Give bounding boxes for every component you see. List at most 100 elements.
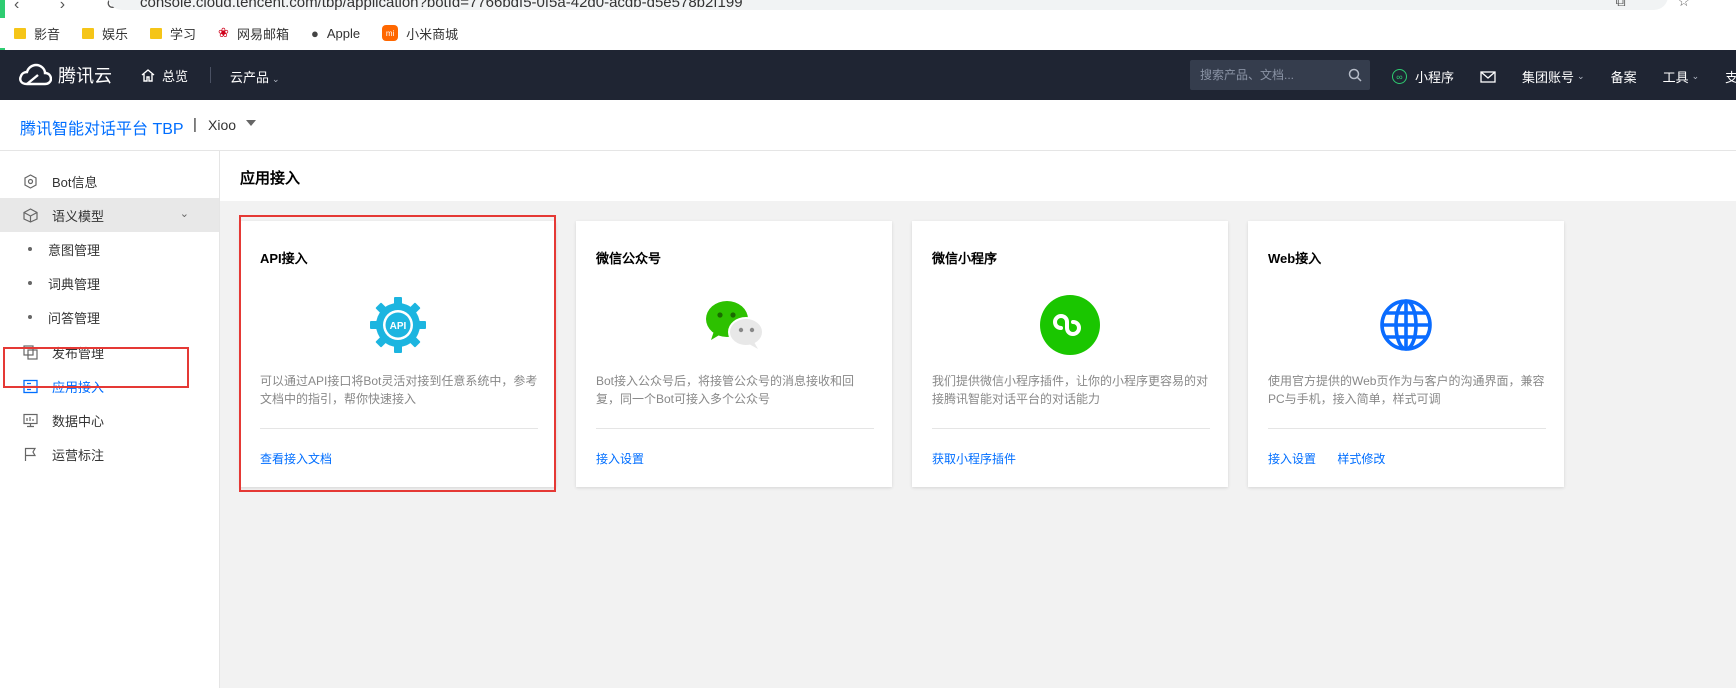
sidebar-item-publish[interactable]: 发布管理 xyxy=(0,335,219,369)
logo-text: 腾讯云 xyxy=(58,66,112,86)
bookmark-label: 小米商城 xyxy=(406,26,459,42)
bookmark-mi-store[interactable]: mi 小米商城 xyxy=(382,24,458,43)
bookmark-apple[interactable]: ● Apple xyxy=(311,26,360,41)
nav-account-label: 集团账号 xyxy=(1522,70,1575,85)
monitor-icon xyxy=(22,412,38,428)
sidebar-item-label: 语义模型 xyxy=(52,208,105,224)
flag-icon xyxy=(22,446,38,462)
card-wechat-miniprogram: 微信小程序 我们提供微信小程序插件，让你的小程序更容易的对接腾讯智能对话平台的对… xyxy=(912,221,1228,487)
bot-info-icon xyxy=(22,173,38,189)
search-icon[interactable] xyxy=(1348,68,1362,82)
nav-cloud-products[interactable]: 云产品 ⌄ xyxy=(230,67,280,86)
card-web-access: Web接入 使用官方提供的Web页作为与客户的沟通界面，兼容PC与手机，接入简单… xyxy=(1248,221,1564,487)
nav-support-label: 支 xyxy=(1725,70,1736,85)
bookmark-xuexi[interactable]: 学习 xyxy=(150,24,196,43)
bookmark-label: 网易邮箱 xyxy=(236,26,289,42)
sidebar-item-label: 数据中心 xyxy=(52,413,105,429)
nav-tools[interactable]: 工具 ⌄ xyxy=(1663,67,1700,86)
card-description: 可以通过API接口将Bot灵活对接到任意系统中，参考文档中的指引，帮你快速接入 xyxy=(260,374,538,406)
card-divider xyxy=(1268,428,1546,429)
card-links: 查看接入文档 xyxy=(260,450,350,467)
card-title: 微信小程序 xyxy=(932,251,998,266)
wechat-icon xyxy=(702,293,766,357)
global-search[interactable] xyxy=(1190,60,1370,90)
sidebar-item-bot-info[interactable]: Bot信息 xyxy=(0,164,219,198)
publish-icon xyxy=(22,344,38,360)
search-input[interactable] xyxy=(1190,60,1350,90)
bullet-dot xyxy=(28,247,32,251)
card-title: API接入 xyxy=(260,251,308,266)
apple-icon: ● xyxy=(310,25,319,41)
style-edit-link[interactable]: 样式修改 xyxy=(1337,452,1385,466)
nav-products-label: 云产品 xyxy=(230,70,270,85)
sidebar-subitem-dictionary[interactable]: 词典管理 xyxy=(0,266,219,300)
sidebar-item-label: 问答管理 xyxy=(48,310,101,326)
address-bar-url[interactable]: console.cloud.tencent.com/tbp/applicatio… xyxy=(140,0,743,11)
nav-overview[interactable]: 总览 xyxy=(140,66,188,85)
caret-down-icon[interactable] xyxy=(246,120,256,126)
card-links: 获取小程序插件 xyxy=(932,450,1034,467)
nav-messages[interactable] xyxy=(1480,70,1496,83)
browser-action-icons[interactable]: ⧉ ☆ xyxy=(1616,0,1714,10)
view-docs-link[interactable]: 查看接入文档 xyxy=(260,452,332,466)
card-wechat-official-account: 微信公众号 Bot接入公众号后，将接管公众号的消息接收和回复，同一个Bot可接入… xyxy=(576,221,892,487)
nav-miniprogram-label: 小程序 xyxy=(1415,70,1455,85)
sidebar-item-ops-annotation[interactable]: 运营标注 xyxy=(0,437,219,471)
sidebar-item-label: 词典管理 xyxy=(48,276,101,292)
sidebar-item-label: 应用接入 xyxy=(52,379,105,395)
bot-selector[interactable]: Xioo xyxy=(208,117,236,133)
top-navigation: 腾讯云 总览 云产品⌄ ∞ 小程序 集团账号⌄ 备案 xyxy=(0,50,1736,100)
product-title[interactable]: 腾讯智能对话平台 TBP xyxy=(20,115,184,139)
api-gear-icon: API xyxy=(366,293,430,357)
sidebar-item-label: 发布管理 xyxy=(52,345,105,361)
card-description: 使用官方提供的Web页作为与客户的沟通界面，兼容PC与手机，接入简单，样式可调 xyxy=(1268,374,1545,406)
sidebar-item-label: Bot信息 xyxy=(52,174,98,190)
sidebar-subitem-qa[interactable]: 问答管理 xyxy=(0,300,219,334)
chevron-down-icon: ⌄ xyxy=(272,74,280,84)
sidebar-item-app-access[interactable]: 应用接入 xyxy=(0,369,219,403)
card-links: 接入设置 xyxy=(596,450,662,467)
cloud-logo-icon xyxy=(19,63,52,86)
card-description: 我们提供微信小程序插件，让你的小程序更容易的对接腾讯智能对话平台的对话能力 xyxy=(932,374,1209,406)
card-api-access: API接入 API 可以通过API接口将Bot灵活对接到任意系统中，参考文档中的… xyxy=(240,221,556,487)
sidebar-item-label: 意图管理 xyxy=(48,242,101,258)
bookmark-yule[interactable]: 娱乐 xyxy=(82,24,128,43)
nav-miniprogram[interactable]: ∞ 小程序 xyxy=(1392,67,1454,86)
card-divider xyxy=(932,428,1210,429)
nav-group-account[interactable]: 集团账号 ⌄ xyxy=(1522,67,1585,86)
sidebar-item-label: 运营标注 xyxy=(52,447,105,463)
sidebar-item-semantic-model[interactable]: 语义模型 ⌄ xyxy=(0,198,219,232)
browser-url-strip: ‹ › ↻ console.cloud.tencent.com/tbp/appl… xyxy=(0,0,1736,58)
bullet-dot xyxy=(28,315,32,319)
tencent-cloud-logo[interactable]: 腾讯云 xyxy=(18,62,112,88)
card-title: 微信公众号 xyxy=(596,251,662,266)
bookmark-label: 娱乐 xyxy=(102,26,129,42)
nav-beian-label: 备案 xyxy=(1610,70,1637,85)
get-plugin-link[interactable]: 获取小程序插件 xyxy=(932,452,1016,466)
bookmark-label: 学习 xyxy=(170,26,197,42)
nav-tools-label: 工具 xyxy=(1662,70,1689,85)
bookmark-163-mail[interactable]: ❀ 网易邮箱 xyxy=(218,24,289,43)
card-title: Web接入 xyxy=(1268,251,1322,266)
nav-overview-label: 总览 xyxy=(162,69,189,84)
access-settings-link[interactable]: 接入设置 xyxy=(1268,452,1316,466)
product-header: 腾讯智能对话平台 TBP | Xioo xyxy=(0,100,1736,151)
cube-icon xyxy=(22,207,38,223)
folder-icon xyxy=(150,27,163,39)
main-content: 应用接入 API接入 API 可以通过API接口将Bot灵活对接到任意系统中，参… xyxy=(220,151,1736,688)
nav-right-group: ∞ 小程序 集团账号 ⌄ 备案 工具 ⌄ 支 xyxy=(1392,67,1736,86)
nav-support[interactable]: 支 xyxy=(1725,67,1736,86)
bookmark-yingyin[interactable]: 影音 xyxy=(14,24,60,43)
netease-icon: ❀ xyxy=(218,25,229,40)
folder-icon xyxy=(14,27,26,39)
folder-icon xyxy=(82,27,95,39)
chevron-down-icon[interactable]: ⌄ xyxy=(180,207,189,220)
sidebar-item-data-center[interactable]: 数据中心 xyxy=(0,403,219,437)
sidebar-subitem-intent[interactable]: 意图管理 xyxy=(0,232,219,266)
sidebar: Bot信息 语义模型 ⌄ 意图管理 词典管理 问答管理 发布管理 应用接入 数据… xyxy=(0,151,220,688)
mail-icon xyxy=(1480,70,1496,83)
access-settings-link[interactable]: 接入设置 xyxy=(596,452,644,466)
chevron-down-icon: ⌄ xyxy=(1691,71,1700,81)
nav-beian[interactable]: 备案 xyxy=(1611,67,1637,86)
globe-icon xyxy=(1374,293,1438,357)
